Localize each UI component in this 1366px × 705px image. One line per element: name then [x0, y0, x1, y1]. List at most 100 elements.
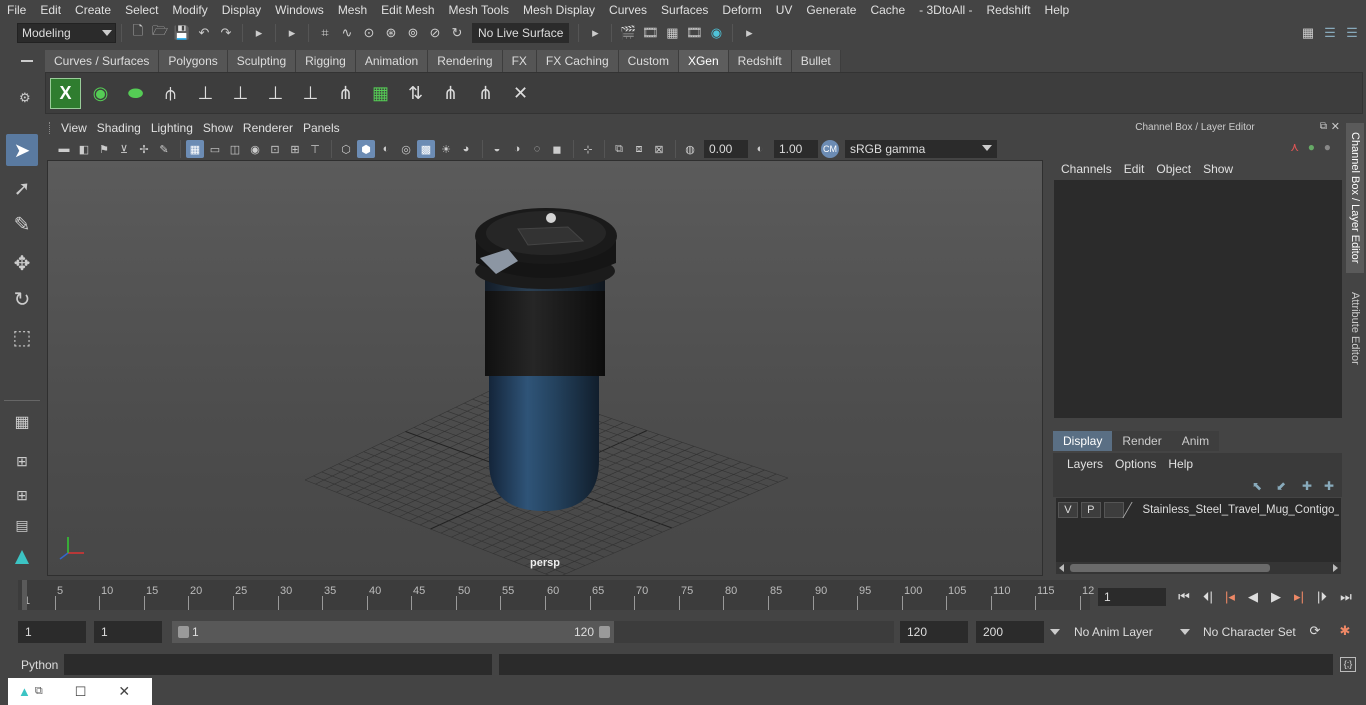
panel-toggle-icon[interactable]: ☰: [1344, 25, 1360, 41]
move-layer-up-icon[interactable]: ⬉: [1252, 479, 1262, 493]
snap-curve-icon[interactable]: ∿: [339, 25, 355, 41]
mode-selector[interactable]: Modeling: [17, 23, 116, 43]
xgen-add-guide-icon[interactable]: ⊥: [225, 78, 256, 109]
script-language-label[interactable]: Python: [21, 658, 58, 672]
safe-title-icon[interactable]: ⊤: [306, 140, 324, 158]
xgen-logo-icon[interactable]: ▲: [6, 541, 38, 573]
xgen-bend-guide-icon[interactable]: ⋔: [330, 78, 361, 109]
timeline-ruler[interactable]: 1 5 10 15 20 25 30 35 40 45 50 55 60 65 70 75 80 85 90 95 10…: [18, 580, 1094, 610]
xgen-normalize-icon[interactable]: ⋔: [470, 78, 501, 109]
gamma-field[interactable]: 1.00: [774, 140, 818, 158]
exposure-field[interactable]: 0.00: [704, 140, 748, 158]
scale-tool-icon[interactable]: ⬚: [6, 321, 38, 353]
menu-generate[interactable]: Generate: [799, 0, 863, 20]
tab-animation[interactable]: Animation: [355, 50, 429, 72]
tab-custom[interactable]: Custom: [618, 50, 679, 72]
current-frame-field[interactable]: 1: [1098, 588, 1166, 606]
ipr-render-icon[interactable]: ▦: [664, 25, 680, 41]
menu-display[interactable]: Display: [215, 0, 268, 20]
viewport-menu-panels[interactable]: Panels: [298, 121, 345, 135]
channel-menu-object[interactable]: Object: [1150, 162, 1197, 176]
four-view-icon[interactable]: ⊞: [6, 479, 38, 511]
xgen-grid-icon[interactable]: ▦: [365, 78, 396, 109]
tab-fx[interactable]: FX: [502, 50, 537, 72]
soft-select-icon[interactable]: ▦: [6, 406, 38, 438]
xray-components-icon[interactable]: ⊠: [650, 140, 668, 158]
xgen-interpolate-icon[interactable]: ⋔: [435, 78, 466, 109]
redo-icon[interactable]: ↷: [218, 25, 234, 41]
scroll-right-icon[interactable]: [1333, 564, 1338, 572]
auto-key-icon[interactable]: ⟳: [1305, 621, 1325, 641]
layer-scrollbar[interactable]: [1056, 562, 1341, 574]
field-chart-icon[interactable]: ⊡: [266, 140, 284, 158]
step-forward-frame-icon[interactable]: |⏵: [1312, 587, 1332, 607]
anim-layer-select[interactable]: No Anim Layer: [1050, 621, 1174, 643]
shadows-icon[interactable]: ◕: [457, 140, 475, 158]
range-end-handle[interactable]: [599, 626, 610, 638]
hypershade-icon[interactable]: ◉: [708, 25, 724, 41]
menu-help[interactable]: Help: [1038, 0, 1077, 20]
outliner-layout-icon[interactable]: ▤: [6, 509, 38, 541]
gamma-icon[interactable]: ◐: [751, 140, 769, 158]
layer-row[interactable]: V P Stainless_Steel_Travel_Mug_Contigo_: [1058, 500, 1339, 520]
live-surface-field[interactable]: No Live Surface: [472, 23, 570, 43]
expand-right-icon[interactable]: ▸: [741, 25, 757, 41]
snap-view-icon[interactable]: ⊚: [405, 25, 421, 41]
tab-polygons[interactable]: Polygons: [159, 50, 228, 72]
menu-windows[interactable]: Windows: [268, 0, 331, 20]
tab-attribute-editor[interactable]: Attribute Editor: [1346, 283, 1364, 373]
snap-point-icon[interactable]: ⊙: [361, 25, 377, 41]
open-scene-icon[interactable]: 🗁: [152, 23, 168, 41]
step-back-key-icon[interactable]: |◂: [1220, 587, 1240, 607]
layer-menu-help[interactable]: Help: [1162, 457, 1199, 471]
rotate-tool-icon[interactable]: ↻: [6, 283, 38, 315]
viewport-menu-shading[interactable]: Shading: [92, 121, 146, 135]
layer-playback-toggle[interactable]: P: [1080, 502, 1101, 518]
range-start-handle[interactable]: [178, 626, 189, 638]
viewport-menu-renderer[interactable]: Renderer: [238, 121, 298, 135]
safe-action-icon[interactable]: ⊞: [286, 140, 304, 158]
menu-create[interactable]: Create: [68, 0, 118, 20]
layer-color-swatch[interactable]: [1121, 502, 1144, 518]
viewport-menu-show[interactable]: Show: [198, 121, 238, 135]
command-input[interactable]: [64, 654, 492, 675]
manipulator-icon[interactable]: ●: [1308, 140, 1315, 154]
xgen-editor-icon[interactable]: X: [50, 77, 81, 109]
tab-redshift[interactable]: Redshift: [728, 50, 792, 72]
shelf-settings-icon[interactable]: ⚙: [19, 90, 31, 106]
lasso-tool-icon[interactable]: ➚: [6, 172, 38, 204]
tab-rendering[interactable]: Rendering: [428, 50, 503, 72]
anti-alias-icon[interactable]: ◌: [528, 140, 546, 158]
xgen-sculpt-guide-icon[interactable]: ⊥: [260, 78, 291, 109]
paint-select-icon[interactable]: ✎: [6, 208, 38, 240]
tab-bullet[interactable]: Bullet: [791, 50, 841, 72]
twod-pan-icon[interactable]: ✢: [135, 140, 153, 158]
bookmark-icon[interactable]: ⚑: [95, 140, 113, 158]
tab-display[interactable]: Display: [1053, 431, 1113, 451]
xray-icon[interactable]: ⧉: [610, 140, 628, 158]
close-panel-icon[interactable]: ✕: [1331, 120, 1340, 133]
snap-grid-icon[interactable]: ⌗: [317, 25, 333, 41]
isolate-select-icon[interactable]: ⊹: [579, 140, 597, 158]
collapse-icon[interactable]: ▸: [251, 25, 267, 41]
menu-surfaces[interactable]: Surfaces: [654, 0, 715, 20]
current-time-marker[interactable]: [22, 580, 27, 610]
undo-icon[interactable]: ↶: [196, 25, 212, 41]
select-tool-icon[interactable]: ➤: [6, 134, 38, 166]
character-set-select[interactable]: No Character Set: [1180, 621, 1300, 643]
menu-select[interactable]: Select: [118, 0, 165, 20]
layer-display-type[interactable]: [1103, 502, 1124, 518]
exposure-icon[interactable]: ◍: [681, 140, 699, 158]
render-frame-icon[interactable]: 🎞: [642, 25, 659, 41]
maya-window-icon[interactable]: ▲: [18, 684, 31, 699]
snap-live-icon[interactable]: ⊘: [427, 25, 443, 41]
grid-icon[interactable]: ▦: [186, 140, 204, 158]
restore-icon[interactable]: ⧉: [35, 685, 43, 698]
go-to-start-icon[interactable]: ⏮: [1174, 587, 1194, 607]
menu-mesh-tools[interactable]: Mesh Tools: [442, 0, 516, 20]
menu-edit[interactable]: Edit: [33, 0, 68, 20]
channel-menu-edit[interactable]: Edit: [1118, 162, 1151, 176]
channel-menu-channels[interactable]: Channels: [1055, 162, 1118, 176]
film-gate-icon[interactable]: ▭: [206, 140, 224, 158]
expand-icon[interactable]: ▸: [587, 25, 603, 41]
